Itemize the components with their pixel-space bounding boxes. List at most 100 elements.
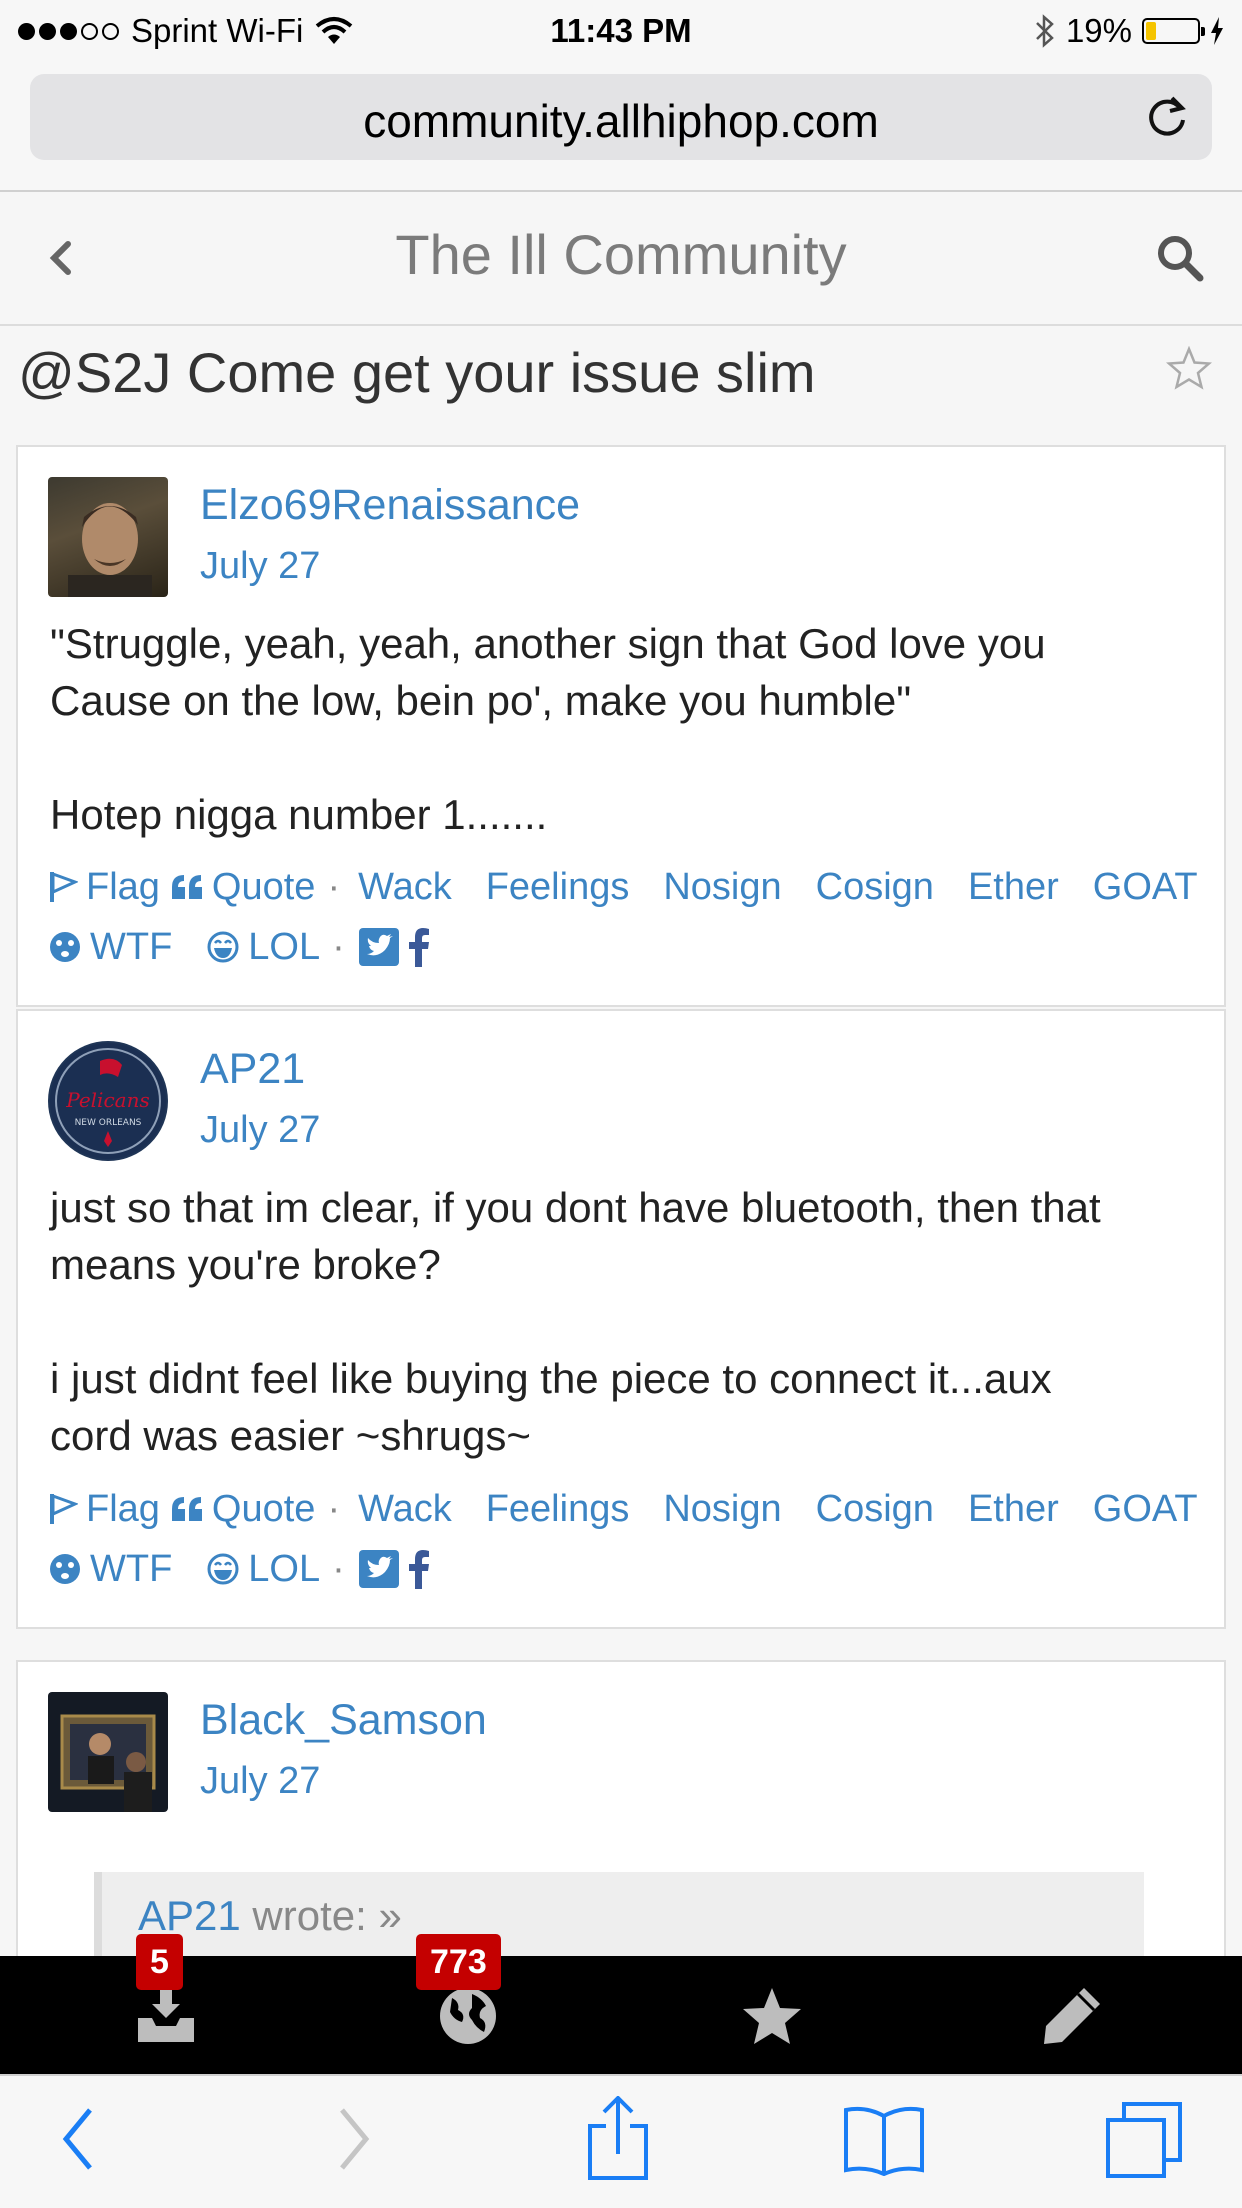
avatar-logo-subtext: NEW ORLEANS: [75, 1118, 142, 1128]
post-actions: Flag Quote · Wack Feelings Nosign Cosign…: [48, 857, 1198, 977]
quote-author-link[interactable]: AP21: [138, 1892, 241, 1939]
quote-label: Quote: [211, 866, 316, 908]
site-header: The Ill Community: [0, 192, 1242, 326]
post-body-line: [50, 729, 1194, 786]
flag-label: Flag: [86, 866, 160, 908]
site-title: The Ill Community: [395, 223, 847, 286]
post-body-line: means you're broke?: [50, 1241, 441, 1288]
share-icon[interactable]: [586, 2096, 650, 2182]
browser-toolbar: [0, 2074, 1242, 2208]
separator: ·: [327, 1488, 341, 1530]
search-icon[interactable]: [1154, 232, 1206, 284]
post-author[interactable]: AP21: [200, 1045, 305, 1094]
quote-header: AP21 wrote: »: [138, 1892, 402, 1940]
browser-address-area: community.allhiphop.com: [0, 62, 1242, 192]
charging-bolt-icon: [1211, 17, 1223, 45]
separator: ·: [332, 1548, 345, 1590]
browser-forward-icon[interactable]: [334, 2104, 374, 2174]
lol-face-icon: [207, 931, 239, 963]
inbox-download-icon[interactable]: [134, 1984, 198, 2048]
separator: ·: [332, 926, 345, 968]
flag-button[interactable]: Flag: [48, 857, 160, 917]
facebook-icon[interactable]: [407, 1549, 431, 1589]
reaction-cosign[interactable]: Cosign: [816, 857, 934, 917]
reload-icon[interactable]: [1144, 94, 1190, 140]
post-body-line: cord was easier ~shrugs~: [50, 1412, 531, 1459]
lol-label: LOL: [248, 1548, 321, 1590]
reaction-cosign[interactable]: Cosign: [816, 1479, 934, 1539]
reaction-lol[interactable]: LOL: [206, 1539, 320, 1599]
post-date[interactable]: July 27: [200, 1109, 320, 1152]
post-body-line: Cause on the low, bein po', make you hum…: [50, 677, 912, 724]
post: Pelicans NEW ORLEANS AP21 July 27 just s…: [16, 1009, 1226, 1629]
address-bar[interactable]: community.allhiphop.com: [30, 74, 1212, 160]
quote-suffix[interactable]: wrote: »: [252, 1892, 401, 1939]
twitter-icon[interactable]: [358, 928, 399, 966]
wtf-label: WTF: [90, 1548, 173, 1590]
quote-label: Quote: [211, 1488, 316, 1530]
flag-label: Flag: [86, 1488, 160, 1530]
quote-button[interactable]: Quote: [170, 1479, 316, 1539]
lol-face-icon: [207, 1553, 239, 1585]
avatar-logo-text: Pelicans: [65, 1088, 149, 1112]
reaction-lol[interactable]: LOL: [206, 917, 320, 977]
bluetooth-icon: [1036, 14, 1054, 48]
wtf-label: WTF: [90, 926, 173, 968]
avatar-image: [60, 1714, 156, 1812]
reaction-ether[interactable]: Ether: [968, 1479, 1059, 1539]
post-body: "Struggle, yeah, yeah, another sign that…: [50, 615, 1194, 843]
post-actions: Flag Quote · Wack Feelings Nosign Cosign…: [48, 1479, 1198, 1599]
reaction-wack[interactable]: Wack: [358, 1479, 452, 1539]
post-body-line: just so that im clear, if you dont have …: [50, 1184, 1101, 1231]
reaction-wtf[interactable]: WTF: [48, 917, 172, 977]
thread-title: @S2J Come get your issue slim: [18, 341, 816, 404]
quote-icon: [171, 1497, 202, 1521]
avatar[interactable]: [48, 1692, 168, 1812]
post-body-line: i just didnt feel like buying the piece …: [50, 1355, 1052, 1402]
reaction-wtf[interactable]: WTF: [48, 1539, 172, 1599]
lol-label: LOL: [248, 926, 321, 968]
avatar[interactable]: [48, 477, 168, 597]
status-bar: Sprint Wi-Fi 11:43 PM 19%: [0, 0, 1242, 62]
bookmark-star-icon[interactable]: [1166, 346, 1212, 392]
flag-icon: [50, 1493, 78, 1524]
post-body: just so that im clear, if you dont have …: [50, 1179, 1194, 1464]
reaction-feelings[interactable]: Feelings: [486, 1479, 630, 1539]
post-date[interactable]: July 27: [200, 545, 320, 588]
globe-icon[interactable]: [436, 1984, 500, 2048]
flag-icon: [50, 871, 78, 902]
reaction-goat[interactable]: GOAT: [1093, 857, 1198, 917]
avatar[interactable]: Pelicans NEW ORLEANS: [48, 1041, 168, 1161]
downloads-count-badge: 5: [136, 1934, 183, 1990]
battery-percent: 19%: [1065, 12, 1132, 49]
reaction-ether[interactable]: Ether: [968, 857, 1059, 917]
facebook-icon[interactable]: [407, 927, 431, 967]
reaction-nosign[interactable]: Nosign: [663, 857, 781, 917]
bookmarks-book-icon[interactable]: [842, 2104, 926, 2176]
twitter-icon[interactable]: [358, 1550, 399, 1588]
tabs-icon[interactable]: [1104, 2100, 1184, 2180]
quote-icon: [171, 875, 202, 899]
flag-button[interactable]: Flag: [48, 1479, 160, 1539]
post-date[interactable]: July 27: [200, 1760, 320, 1803]
notifications-count-badge: 773: [416, 1934, 501, 1990]
quote-button[interactable]: Quote: [170, 857, 316, 917]
reaction-feelings[interactable]: Feelings: [486, 857, 630, 917]
pelicans-logo-icon: Pelicans NEW ORLEANS: [50, 1043, 166, 1159]
reaction-nosign[interactable]: Nosign: [663, 1479, 781, 1539]
post-author[interactable]: Elzo69Renaissance: [200, 481, 580, 530]
site-bottom-bar: 5 773: [0, 1934, 1242, 2074]
post-body-line: "Struggle, yeah, yeah, another sign that…: [50, 620, 1046, 667]
url-text[interactable]: community.allhiphop.com: [30, 94, 1212, 148]
battery-icon: [1142, 18, 1205, 44]
bookmarks-star-icon[interactable]: [740, 1984, 804, 2048]
post-author[interactable]: Black_Samson: [200, 1696, 487, 1745]
post-body-line: Hotep nigga number 1.......: [50, 791, 548, 838]
avatar-image: [68, 503, 152, 597]
compose-pencil-icon[interactable]: [1040, 1984, 1104, 2048]
post: Elzo69Renaissance July 27 "Struggle, yea…: [16, 445, 1226, 1007]
wtf-face-icon: [50, 932, 80, 962]
browser-back-icon[interactable]: [58, 2104, 98, 2174]
reaction-wack[interactable]: Wack: [358, 857, 452, 917]
reaction-goat[interactable]: GOAT: [1093, 1479, 1198, 1539]
